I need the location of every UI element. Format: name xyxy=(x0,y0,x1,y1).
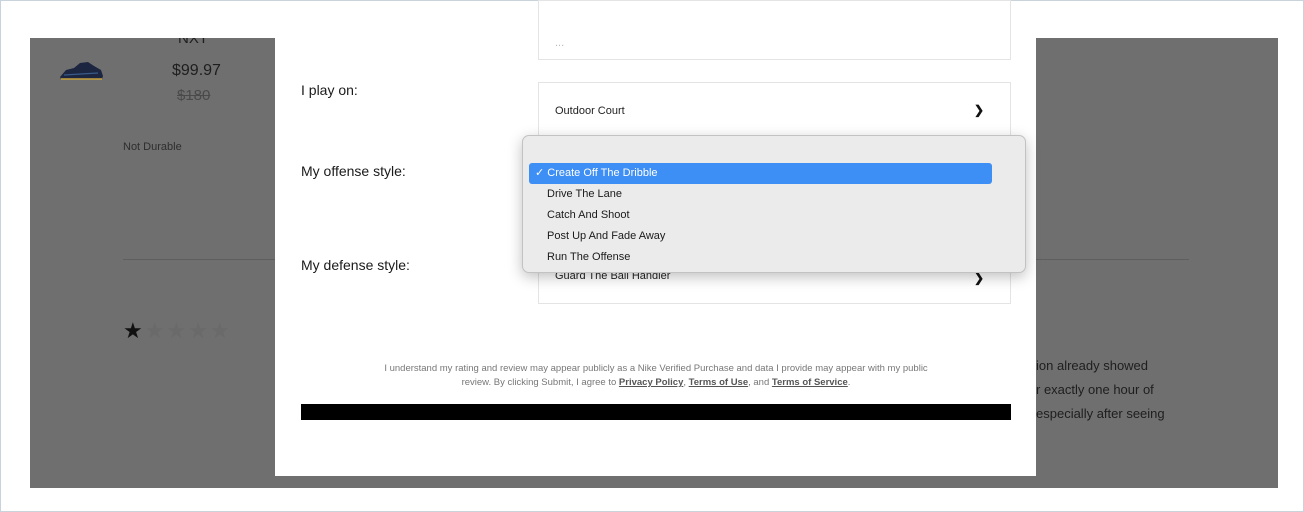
product-price: $99.97 xyxy=(172,62,221,79)
chevron-down-icon: ❯ xyxy=(973,271,984,285)
star-rating: ★★★★★ xyxy=(123,318,232,344)
offense-style-dropdown-menu: ✓ Create Off The Dribble Drive The Lane … xyxy=(522,135,1026,273)
chevron-down-icon: ❯ xyxy=(973,103,984,117)
dropdown-option[interactable]: Post Up And Fade Away xyxy=(529,226,992,247)
review-tag: Not Durable xyxy=(123,141,182,153)
dropdown-option-selected[interactable]: ✓ Create Off The Dribble xyxy=(529,163,992,184)
star-icon: ★ xyxy=(166,318,189,343)
dropdown-option[interactable]: Drive The Lane xyxy=(529,184,992,205)
product-original-price: $180 xyxy=(177,87,211,104)
play-on-value: Outdoor Court xyxy=(555,105,625,117)
dropdown-option[interactable]: Run The Offense xyxy=(529,247,992,268)
legal-disclaimer: I understand my rating and review may ap… xyxy=(384,363,928,388)
star-icon: ★ xyxy=(144,318,167,343)
play-on-label: I play on: xyxy=(301,82,358,98)
terms-of-use-link[interactable]: Terms of Use xyxy=(689,377,748,388)
shoe-thumbnail[interactable] xyxy=(58,60,104,82)
play-on-select[interactable]: Outdoor Court ❯ xyxy=(538,82,1011,142)
defense-style-label: My defense style: xyxy=(301,257,410,273)
submit-button[interactable] xyxy=(301,404,1011,420)
previous-field[interactable]: ... xyxy=(538,0,1011,60)
star-icon: ★ xyxy=(209,318,232,343)
review-text: ion already showed r exactly one hour of… xyxy=(1036,358,1165,421)
privacy-policy-link[interactable]: Privacy Policy xyxy=(619,377,683,388)
terms-of-service-link[interactable]: Terms of Service xyxy=(772,377,848,388)
star-icon: ★ xyxy=(188,318,210,343)
offense-style-label: My offense style: xyxy=(301,163,406,179)
product-name: NXT xyxy=(178,38,208,47)
star-icon: ★ xyxy=(123,318,145,343)
dropdown-option[interactable]: Catch And Shoot xyxy=(529,205,992,226)
